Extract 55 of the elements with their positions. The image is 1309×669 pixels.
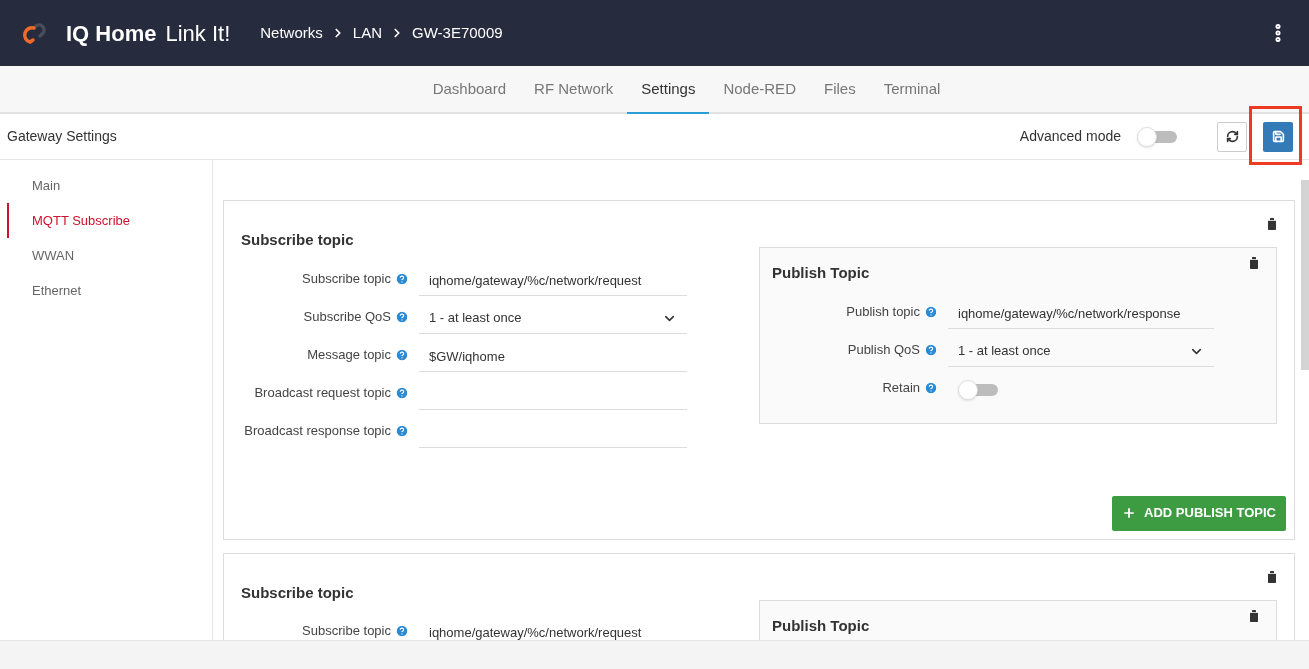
nav-tab[interactable]: Node-RED <box>709 66 810 114</box>
help-icon[interactable] <box>395 271 409 286</box>
field-label: Publish topic <box>846 302 920 321</box>
add-publish-topic-button[interactable]: ADD PUBLISH TOPIC <box>1112 495 1286 531</box>
nav-tab[interactable]: Files <box>809 66 870 114</box>
help-icon[interactable] <box>395 347 409 362</box>
panel-title: Publish Topic <box>772 615 870 636</box>
nav-tab[interactable]: RF Network <box>520 66 628 114</box>
select-field[interactable]: 1 - at least once <box>419 303 687 334</box>
input-field[interactable]: iqhome/gateway/%c/network/response <box>948 298 1214 329</box>
input-field[interactable]: iqhome/gateway/%c/network/request <box>419 265 687 296</box>
field-label: Subscribe topic <box>302 269 391 288</box>
nav-tab[interactable]: Settings <box>627 66 710 114</box>
nav-tab[interactable]: Dashboard <box>418 66 521 114</box>
field-label: Publish QoS <box>847 340 920 359</box>
nav-tab[interactable]: Terminal <box>869 66 955 114</box>
field-label: Subscribe QoS <box>303 307 391 326</box>
sidebar-item[interactable]: Ethernet <box>7 273 212 308</box>
brand-name: IQ Home <box>66 19 157 48</box>
help-icon[interactable] <box>395 624 409 638</box>
toggle-switch[interactable] <box>958 379 1000 400</box>
field-label: Retain <box>882 378 920 397</box>
sidebar-item[interactable]: MQTT Subscribe <box>7 203 212 238</box>
field-label: Subscribe topic <box>302 622 391 640</box>
field-label: Broadcast response topic <box>244 421 391 440</box>
help-icon[interactable] <box>924 304 938 319</box>
save-button[interactable] <box>1263 121 1293 152</box>
refresh-icon <box>1225 130 1239 143</box>
input-field[interactable]: $GW/iqhome <box>419 341 687 372</box>
card-title: Subscribe topic <box>241 582 355 603</box>
save-icon <box>1271 130 1285 143</box>
product-name: Link It! <box>165 19 231 48</box>
refresh-button[interactable] <box>1217 121 1247 152</box>
toggle-label: Advanced mode <box>1019 127 1121 146</box>
plus-icon <box>1122 506 1137 520</box>
help-icon[interactable] <box>395 385 409 400</box>
scrollbar-thumb[interactable] <box>1301 180 1309 370</box>
breadcrumb-link[interactable]: LAN <box>352 21 382 45</box>
help-icon[interactable] <box>924 342 938 357</box>
input-field[interactable]: iqhome/gateway/%c/network/request <box>419 618 687 640</box>
help-icon[interactable] <box>395 309 409 324</box>
card-title: Subscribe topic <box>241 230 355 250</box>
sidebar-item[interactable]: Main <box>7 168 212 203</box>
page-title: Gateway Settings <box>7 127 117 146</box>
field-label: Broadcast request topic <box>254 383 391 402</box>
toggle-switch[interactable] <box>1137 126 1179 147</box>
field-label: Message topic <box>307 345 391 364</box>
link-logo-icon <box>20 20 46 46</box>
help-icon[interactable] <box>395 423 409 438</box>
help-icon[interactable] <box>924 380 938 395</box>
breadcrumb-link[interactable]: GW-3E70009 <box>412 21 503 45</box>
sidebar-item[interactable]: WWAN <box>7 238 212 273</box>
select-field[interactable]: 1 - at least once <box>948 336 1214 367</box>
panel-title: Publish Topic <box>772 263 870 283</box>
breadcrumb-link[interactable]: Networks <box>260 21 323 45</box>
